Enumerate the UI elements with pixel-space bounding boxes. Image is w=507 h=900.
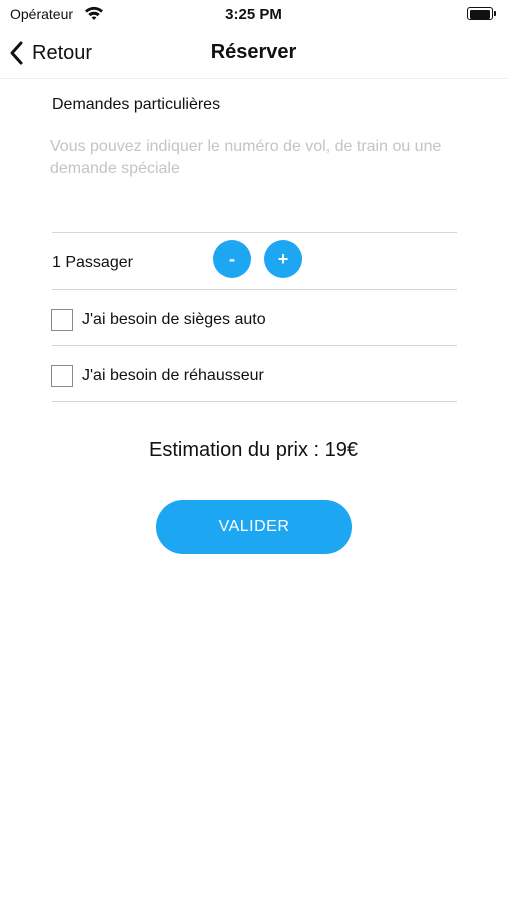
increment-passenger-button[interactable]: + bbox=[264, 240, 302, 278]
navigation-bar: Retour Réserver bbox=[0, 28, 507, 79]
battery-icon bbox=[467, 7, 497, 20]
special-requests-input[interactable] bbox=[50, 136, 456, 226]
car-seat-label: J'ai besoin de sièges auto bbox=[82, 311, 266, 328]
booster-option[interactable]: J'ai besoin de réhausseur bbox=[51, 363, 264, 389]
divider bbox=[52, 345, 457, 346]
booster-checkbox[interactable] bbox=[51, 365, 73, 387]
divider bbox=[52, 289, 457, 290]
booster-label: J'ai besoin de réhausseur bbox=[82, 367, 264, 384]
divider bbox=[52, 232, 457, 233]
decrement-passenger-button[interactable]: - bbox=[213, 240, 251, 278]
car-seat-checkbox[interactable] bbox=[51, 309, 73, 331]
car-seat-option[interactable]: J'ai besoin de sièges auto bbox=[51, 307, 266, 333]
status-time: 3:25 PM bbox=[225, 6, 282, 23]
special-requests-label: Demandes particulières bbox=[52, 96, 221, 113]
status-bar: Opérateur 3:25 PM bbox=[0, 0, 507, 28]
page-title: Réserver bbox=[210, 41, 297, 63]
price-estimate: Estimation du prix : 19€ bbox=[149, 439, 358, 461]
submit-button[interactable]: VALIDER bbox=[156, 500, 352, 554]
divider bbox=[52, 401, 457, 402]
passenger-count-label: 1 Passager bbox=[52, 254, 133, 271]
